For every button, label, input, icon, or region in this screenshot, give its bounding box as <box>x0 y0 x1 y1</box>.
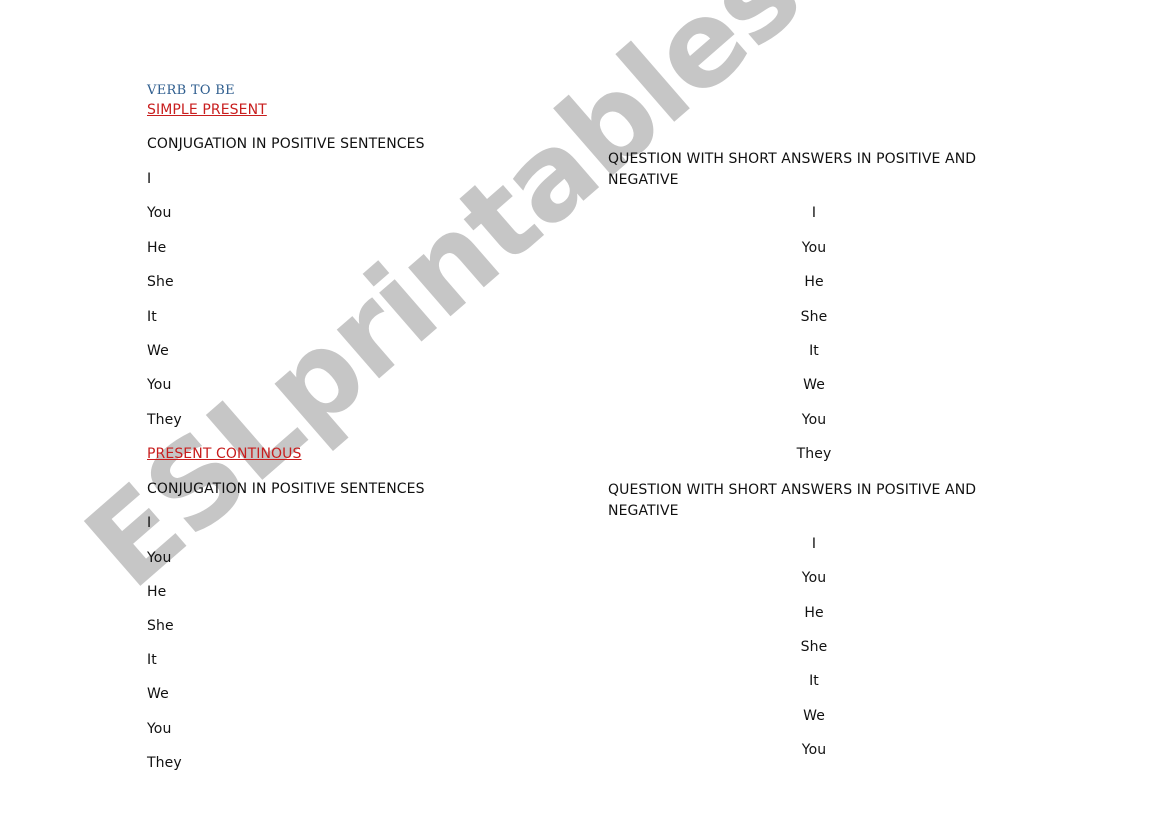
pronoun-item: You <box>147 377 172 393</box>
pronoun-item: He <box>804 605 824 621</box>
pronoun-item: It <box>809 343 819 359</box>
pronoun-item: You <box>147 721 172 737</box>
pronoun-item: You <box>801 240 827 256</box>
pronoun-item: You <box>147 205 172 221</box>
pronoun-item: He <box>147 584 167 600</box>
pronoun-item: It <box>147 309 157 325</box>
pronoun-item: I <box>147 171 152 187</box>
pronoun-item: You <box>801 570 827 586</box>
present-continuous-question-heading: QUESTION WITH SHORT ANSWERS IN POSITIVE … <box>608 482 977 519</box>
pronoun-item: I <box>811 536 817 552</box>
pronoun-item: We <box>147 343 169 359</box>
pronoun-item: He <box>804 274 824 290</box>
pronoun-item: We <box>803 708 825 724</box>
pronoun-item: We <box>147 686 169 702</box>
pronoun-item: It <box>147 652 157 668</box>
pronoun-item: He <box>147 240 167 256</box>
pronoun-item: They <box>147 755 182 771</box>
pronoun-item: You <box>147 550 172 566</box>
document-title: VERB TO BE <box>147 83 235 98</box>
section-heading-present-continuous: PRESENT CONTINOUS <box>147 446 302 462</box>
pronoun-item: We <box>803 377 825 393</box>
present-continuous-conjugation-heading: CONJUGATION IN POSITIVE SENTENCES <box>147 481 425 497</box>
section-heading-simple-present: SIMPLE PRESENT <box>147 102 267 118</box>
pronoun-item: You <box>801 412 827 428</box>
pronoun-item: She <box>800 639 828 655</box>
pronoun-item: She <box>147 618 174 634</box>
pronoun-item: I <box>811 205 817 221</box>
pronoun-item: They <box>147 412 182 428</box>
simple-present-question-heading: QUESTION WITH SHORT ANSWERS IN POSITIVE … <box>608 151 977 188</box>
pronoun-item: She <box>147 274 174 290</box>
pronoun-item: She <box>800 309 828 325</box>
simple-present-conjugation-heading: CONJUGATION IN POSITIVE SENTENCES <box>147 136 425 152</box>
pronoun-item: You <box>801 742 827 758</box>
pronoun-item: I <box>147 515 152 531</box>
pronoun-item: It <box>809 673 819 689</box>
pronoun-item: They <box>796 446 832 462</box>
document-page: ESLprintables.com VERB TO BE SIMPLE PRES… <box>0 0 1169 821</box>
